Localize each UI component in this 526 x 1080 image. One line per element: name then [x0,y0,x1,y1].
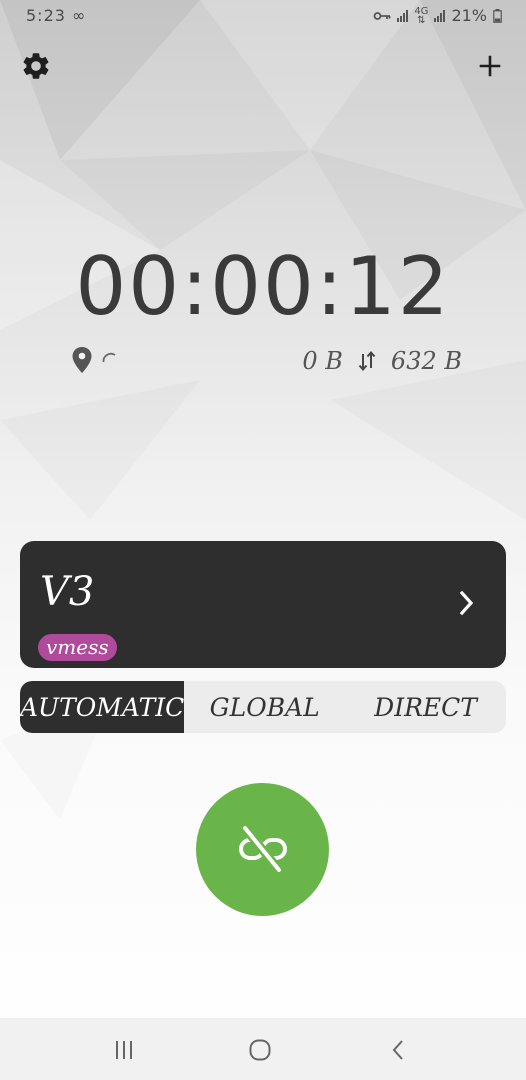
connection-timer: 00:00:12 [75,240,451,333]
recent-apps-button[interactable] [104,1036,144,1064]
mode-direct-tab[interactable]: DIRECT [345,681,506,733]
home-button[interactable] [240,1036,280,1064]
vpn-key-icon [373,11,391,20]
background-pattern [0,0,526,330]
battery-percent: 21% [451,6,487,25]
home-icon [249,1039,271,1061]
up-down-arrows-icon [358,350,376,372]
back-button[interactable] [378,1036,418,1064]
routing-mode-selector: AUTOMATIC GLOBAL DIRECT [20,681,506,733]
back-icon [392,1040,403,1060]
network-type-label: 4G [414,5,429,17]
location-pin-icon [72,347,92,373]
signal-icon-2 [434,9,446,22]
status-time: 5:23 [26,6,66,25]
signal-icon [397,9,409,22]
gear-icon [23,53,49,79]
server-name: V3 [40,569,95,615]
upload-bytes: 632 B [390,347,462,375]
system-nav-bar [0,1018,526,1080]
add-server-button[interactable] [474,50,506,82]
chevron-right-icon [459,590,474,616]
traffic-stats: 0 B 632 B [72,343,462,377]
link-off-icon [238,824,287,873]
infinity-icon: ∞ [72,6,87,25]
status-bar: 5:23 ∞ 4G ⇅ 21% [0,0,526,32]
plus-icon [479,55,501,77]
server-card[interactable]: V3 vmess [20,541,506,668]
settings-button[interactable] [20,50,52,82]
recent-apps-icon [116,1041,132,1059]
battery-icon [493,8,502,23]
protocol-badge: vmess [38,634,117,661]
loading-spinner-icon [102,352,116,363]
mode-global-tab[interactable]: GLOBAL [184,681,345,733]
mode-automatic-tab[interactable]: AUTOMATIC [20,681,185,733]
download-bytes: 0 B [302,347,343,375]
connect-button[interactable] [196,783,329,916]
